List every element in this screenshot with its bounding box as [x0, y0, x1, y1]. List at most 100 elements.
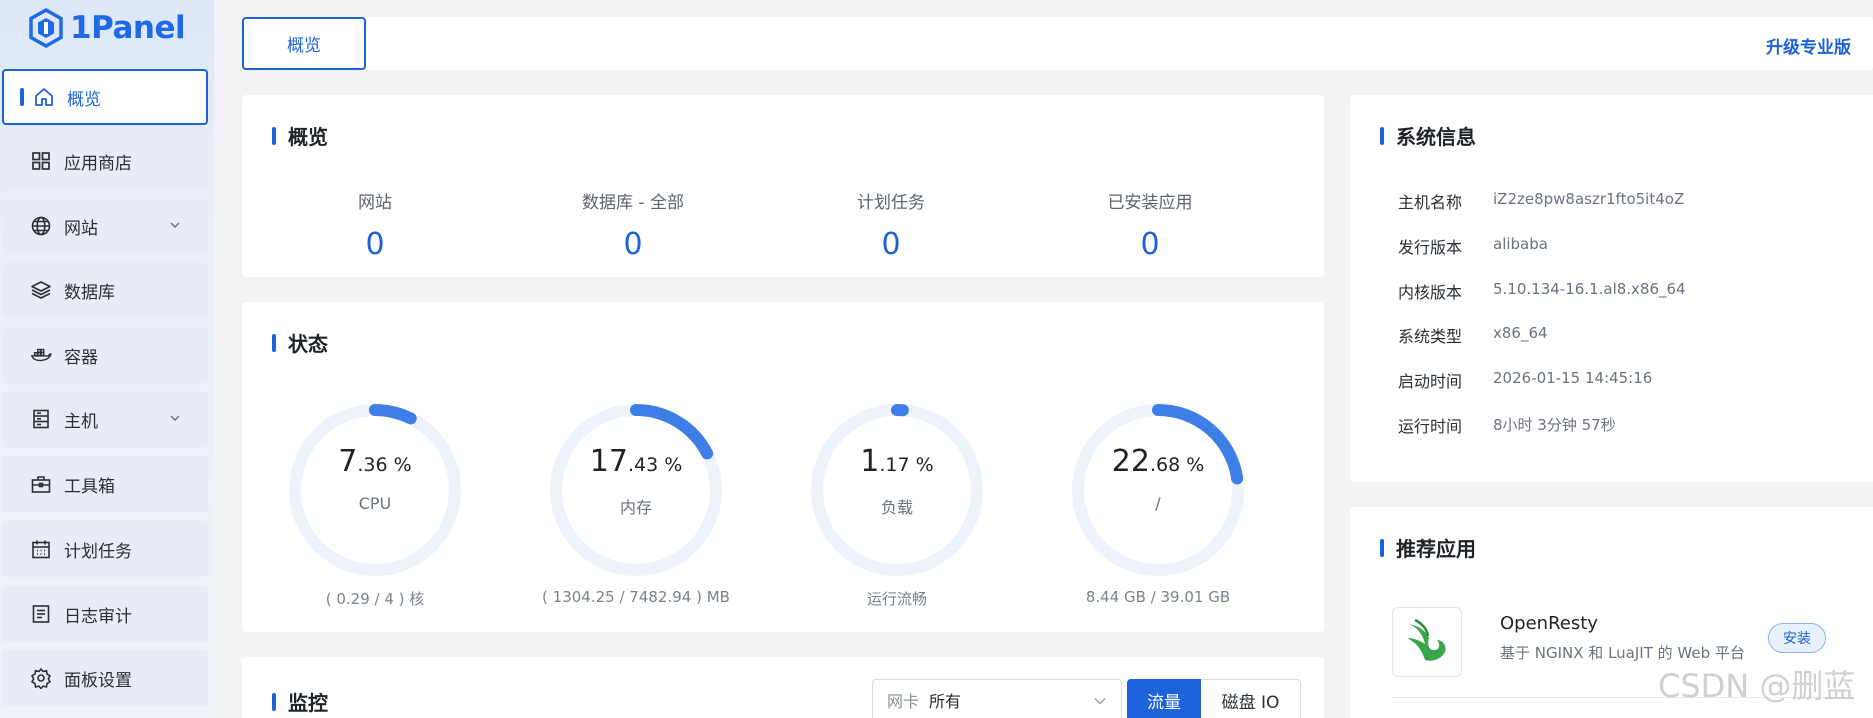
app-description: 基于 NGINX 和 LuaJIT 的 Web 平台: [1500, 644, 1745, 662]
info-row-boot-time: 启动时间 2026-01-15 14:45:16: [1398, 368, 1652, 392]
sysinfo-title: 系统信息: [1396, 125, 1476, 149]
info-value: iZ2ze8pw8aszr1fto5it4oZ: [1493, 190, 1685, 208]
sidebar-item-label: 主机: [64, 411, 98, 432]
docker-icon: [30, 344, 52, 366]
info-value: x86_64: [1493, 324, 1548, 342]
gauge-label: 内存: [619, 498, 652, 517]
gauge-ring: [289, 404, 461, 576]
status-card: 状态 7.36 % CPU ( 0.29 / 4 ) 核 17.43 % 内存 …: [242, 302, 1324, 632]
sidebar-item-database[interactable]: 数据库: [2, 262, 208, 318]
card-title: 概览: [272, 121, 328, 150]
cpu-gauge[interactable]: 7.36 % CPU: [285, 400, 465, 580]
openresty-logo[interactable]: [1392, 607, 1462, 677]
info-row-uptime: 运行时间 8小时 3分钟 57秒: [1398, 413, 1616, 437]
stat-label: 网站: [358, 193, 392, 213]
info-key: 主机名称: [1398, 193, 1463, 212]
stat-value[interactable]: 0: [245, 227, 505, 262]
load-gauge[interactable]: 1.17 % 负载: [807, 400, 987, 580]
overview-title: 概览: [288, 125, 328, 149]
card-title: 系统信息: [1380, 121, 1476, 150]
sidebar-item-websites[interactable]: 网站: [2, 198, 208, 254]
chevron-down-icon: [170, 222, 180, 229]
header-bar: 概览 升级专业版: [242, 17, 1873, 70]
monitor-title: 监控: [288, 691, 328, 715]
upgrade-pro-link[interactable]: 升级专业版: [1766, 33, 1851, 58]
gauge-label: 负载: [880, 498, 913, 517]
stat-value[interactable]: 0: [1020, 227, 1280, 262]
status-title: 状态: [288, 332, 328, 356]
info-row-kernel: 内核版本 5.10.134-16.1.al8.x86_64: [1398, 279, 1686, 303]
info-key: 内核版本: [1398, 283, 1463, 302]
gauge-ring: [1072, 404, 1244, 576]
sidebar-item-settings[interactable]: 面板设置: [2, 650, 208, 706]
log-icon: [30, 603, 52, 625]
disk-io-toggle-button[interactable]: 磁盘 IO: [1201, 679, 1301, 718]
info-row-hostname: 主机名称 iZ2ze8pw8aszr1fto5it4oZ: [1398, 189, 1684, 213]
recommend-title: 推荐应用: [1396, 537, 1476, 561]
info-value: alibaba: [1493, 235, 1548, 253]
watermark: CSDN @删蓝: [1658, 667, 1856, 705]
title-accent-bar: [272, 126, 276, 145]
nic-select-value: 所有: [929, 692, 962, 711]
stat-websites[interactable]: 网站 0: [245, 188, 505, 262]
active-indicator: [20, 88, 24, 106]
title-accent-bar: [272, 333, 276, 352]
sidebar-item-label: 数据库: [64, 282, 115, 303]
info-row-distro: 发行版本 alibaba: [1398, 234, 1548, 258]
system-info-card: 系统信息 主机名称 iZ2ze8pw8aszr1fto5it4oZ 发行版本 ali…: [1350, 95, 1873, 482]
calendar-icon: [30, 538, 52, 560]
info-row-arch: 系统类型 x86_64: [1398, 323, 1548, 347]
sidebar-item-label: 计划任务: [64, 541, 132, 562]
chevron-down-icon: [1094, 697, 1106, 705]
card-title: 状态: [272, 328, 328, 357]
logo-text: 1Panel: [70, 10, 186, 46]
gauge-subtext: 运行流畅: [866, 590, 927, 608]
gauge-percent: 1.17 %: [860, 444, 934, 479]
traffic-toggle-button[interactable]: 流量: [1127, 679, 1201, 718]
tab-overview[interactable]: 概览: [242, 17, 366, 70]
server-icon: [30, 408, 52, 430]
openresty-logo-icon: [1407, 618, 1446, 661]
nic-select-prefix: 网卡: [887, 692, 920, 711]
sidebar-item-overview[interactable]: 概览: [2, 69, 208, 125]
gauge-subtext: 8.44 GB / 39.01 GB: [1085, 588, 1231, 606]
card-title: 监控: [272, 687, 328, 716]
stat-label: 已安装应用: [1107, 193, 1193, 213]
toolbox-icon: [30, 473, 52, 495]
gauge-percent: 17.43 %: [589, 444, 683, 479]
monitor-card: 监控 网卡 所有 流量 磁盘 IO: [242, 657, 1324, 718]
sidebar-item-label: 应用商店: [64, 153, 132, 174]
sidebar-item-toolbox[interactable]: 工具箱: [2, 456, 208, 512]
sidebar: 1Panel 概览 应用商店 网站 数据库 容器 主机 工具箱 计划任务 日志审…: [0, 0, 214, 718]
stat-installed-apps[interactable]: 已安装应用 0: [1020, 188, 1280, 262]
stat-cron-tasks[interactable]: 计划任务 0: [761, 188, 1021, 262]
info-key: 发行版本: [1398, 238, 1463, 257]
chevron-down-icon: [170, 415, 180, 422]
sidebar-item-label: 日志审计: [64, 606, 132, 627]
stat-databases[interactable]: 数据库 - 全部 0: [503, 188, 763, 262]
memory-gauge[interactable]: 17.43 % 内存: [546, 400, 726, 580]
info-value: 2026-01-15 14:45:16: [1493, 369, 1653, 387]
sidebar-item-containers[interactable]: 容器: [2, 327, 208, 383]
sidebar-item-app-store[interactable]: 应用商店: [2, 133, 208, 189]
app-logo[interactable]: 1Panel: [28, 6, 186, 50]
sidebar-item-label: 概览: [67, 89, 101, 110]
disk-gauge[interactable]: 22.68 % /: [1068, 400, 1248, 580]
sidebar-item-logs[interactable]: 日志审计: [2, 586, 208, 642]
stat-value[interactable]: 0: [761, 227, 1021, 262]
nic-select[interactable]: 网卡 所有: [872, 679, 1122, 718]
info-value: 8小时 3分钟 57秒: [1493, 416, 1616, 434]
sidebar-item-cron[interactable]: 计划任务: [2, 521, 208, 577]
sidebar-item-label: 网站: [64, 218, 98, 239]
app-name[interactable]: OpenResty: [1500, 613, 1598, 634]
install-button[interactable]: 安装: [1768, 623, 1826, 653]
gauge-label: CPU: [358, 494, 392, 513]
logo-hexagon-icon: [29, 8, 63, 48]
title-accent-bar: [1380, 538, 1384, 557]
gear-icon: [30, 667, 52, 689]
info-value: 5.10.134-16.1.al8.x86_64: [1493, 280, 1686, 298]
globe-icon: [30, 215, 52, 237]
gauge-ring: [550, 404, 722, 576]
stat-value[interactable]: 0: [503, 227, 763, 262]
sidebar-item-host[interactable]: 主机: [2, 391, 208, 447]
